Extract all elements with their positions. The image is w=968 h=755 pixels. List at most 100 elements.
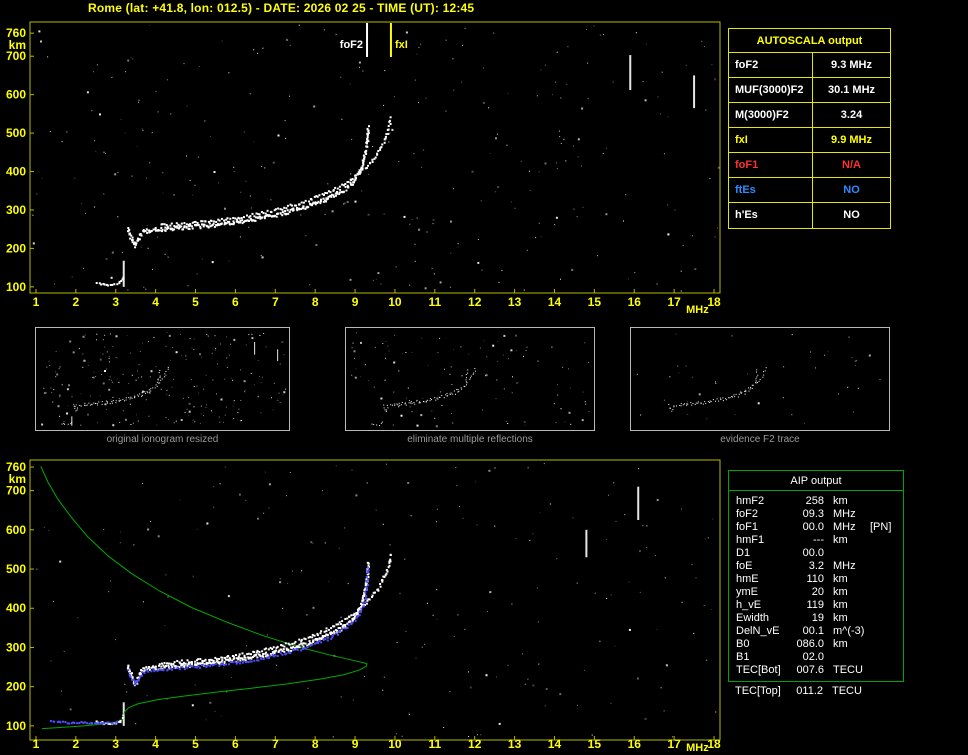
aip-value: 19 — [811, 612, 824, 624]
autoscala-row-hes: h'Es NO — [729, 203, 890, 228]
x-tick-label: 11 — [428, 737, 441, 751]
autoscala-row-muf3000f2: MUF(3000)F2 30.1 MHz — [729, 78, 890, 103]
x-tick-label: 4 — [152, 737, 159, 751]
x-tick-label: 16 — [628, 737, 642, 751]
aip-unit: km — [833, 573, 848, 585]
thumbnail-caption-f2trace: evidence F2 trace — [720, 434, 800, 445]
aip-value: 011.2 — [796, 685, 823, 697]
aip-footer: TEC[Top] 011.2 TECU — [728, 685, 904, 698]
aip-note — [870, 560, 903, 573]
y-tick-label: 600 — [6, 88, 26, 102]
aip-unit: TECU — [833, 664, 863, 676]
thumbnail-original-chart — [41, 332, 286, 427]
aip-row-b1: B1 02.0 — [729, 651, 903, 664]
param-value: 9.9 MHz — [831, 134, 872, 146]
aip-value: 3.2 — [808, 560, 824, 572]
x-tick-label: 18 — [707, 295, 721, 309]
param-value: N/A — [842, 159, 861, 171]
param-name: fxI — [729, 128, 813, 152]
thumbnail-f2-trace — [630, 327, 890, 431]
param-name: foF1 — [729, 153, 813, 177]
aip-value: --- — [813, 534, 824, 546]
y-axis-unit-label: km — [9, 38, 26, 52]
x-tick-label: 3 — [112, 295, 119, 309]
x-tick-label: 6 — [232, 737, 239, 751]
aip-unit: km — [833, 495, 848, 507]
aip-note — [870, 573, 903, 586]
aip-label: B0 — [736, 638, 750, 650]
x-tick-label: 16 — [628, 295, 642, 309]
x-tick-label: 15 — [588, 295, 602, 309]
param-value: NO — [843, 209, 860, 221]
param-value: 3.24 — [840, 109, 863, 121]
aip-unit: km — [833, 599, 848, 611]
x-tick-label: 14 — [548, 295, 562, 309]
aip-row-d1: D1 00.0 — [729, 547, 903, 560]
aip-unit: MHz — [833, 560, 856, 572]
x-axis-unit-label: MHz — [686, 742, 709, 754]
aip-value: 00.0 — [802, 521, 824, 533]
aip-label: hmF1 — [736, 534, 765, 546]
thumbnail-filtered-ionogram — [345, 327, 595, 431]
aip-value: 119 — [806, 599, 824, 611]
fof2-marker: foF2 — [340, 23, 369, 57]
background-noise — [41, 332, 286, 427]
aip-row-tecbot: TEC[Bot] 007.6 TECU — [729, 664, 903, 677]
y-tick-label: 200 — [6, 680, 26, 694]
aip-note — [870, 651, 903, 664]
f2-ordinary-trace — [668, 369, 759, 412]
aip-row-ewidth: Ewidth 19 km — [729, 612, 903, 625]
aip-note — [870, 547, 903, 560]
background-noise — [351, 332, 590, 428]
thumbnail-filtered-chart — [351, 332, 590, 428]
fxi-marker-label: fxI — [395, 39, 408, 51]
f2-ordinary-trace — [73, 370, 161, 412]
aip-box: AIP output hmF2 258 km foF2 09.3 MHz foF1 00.0 M… — [728, 470, 904, 682]
aip-unit: TECU — [832, 685, 862, 697]
aip-note — [870, 599, 903, 612]
x-tick-label: 18 — [707, 737, 721, 751]
x-tick-label: 8 — [312, 295, 319, 309]
aip-label: B1 — [736, 651, 750, 663]
aip-value: 02.0 — [802, 651, 824, 663]
param-name: MUF(3000)F2 — [729, 78, 813, 102]
x-tick-label: 9 — [352, 295, 359, 309]
y-tick-label: 300 — [6, 640, 26, 654]
aip-label: foF1 — [736, 521, 759, 533]
x-tick-label: 3 — [112, 737, 119, 751]
x-tick-label: 2 — [73, 295, 80, 309]
x-tick-label: 8 — [312, 737, 319, 751]
x-tick-label: 7 — [272, 295, 279, 309]
page-title: Rome (lat: +41.8, lon: 012.5) - DATE: 20… — [88, 1, 475, 15]
ionogram-chart: 1 2 3 4 5 6 7 8 9 10 11 12 13 14 15 16 17 187607006005004… — [6, 21, 721, 316]
e-region-echoes — [61, 422, 73, 425]
aip-note — [870, 534, 903, 547]
aip-row-fof1: foF1 00.0 MHz [PN] — [729, 521, 903, 534]
aip-row-hmf2: hmF2 258 km — [729, 495, 903, 508]
x-axis-unit-label: MHz — [686, 304, 709, 316]
y-tick-label: 500 — [6, 562, 26, 576]
aip-note — [870, 612, 903, 625]
aip-value: 007.6 — [796, 664, 824, 676]
y-tick-label: 100 — [6, 280, 26, 294]
aip-row-tectop: TEC[Top] 011.2 TECU — [728, 685, 904, 698]
param-value: 9.3 MHz — [831, 59, 872, 71]
aip-label: foF2 — [736, 508, 759, 520]
thumbnail-caption-filtered: eliminate multiple reflections — [407, 434, 533, 445]
aip-value: 20 — [811, 586, 824, 598]
e-region-echoes — [371, 422, 382, 427]
fxi-marker: fxI — [389, 23, 408, 57]
x-tick-label: 6 — [232, 295, 239, 309]
aip-value: 00.1 — [802, 625, 824, 637]
aip-label: h_vE — [736, 599, 762, 611]
aip-row-b0: B0 086.0 km — [729, 638, 903, 651]
aip-row-fof2: foF2 09.3 MHz — [729, 508, 903, 521]
aip-note — [870, 625, 903, 638]
y-tick-label: 600 — [6, 523, 26, 537]
e-region-echoes — [95, 276, 125, 287]
autoscala-row-m3000f2: M(3000)F2 3.24 — [729, 103, 890, 128]
aip-output-table: AIP output hmF2 258 km foF2 09.3 MHz foF1 00.0 M… — [728, 470, 904, 698]
aip-unit: MHz — [833, 508, 856, 520]
aip-label: foE — [736, 560, 753, 572]
aip-note — [870, 508, 903, 521]
